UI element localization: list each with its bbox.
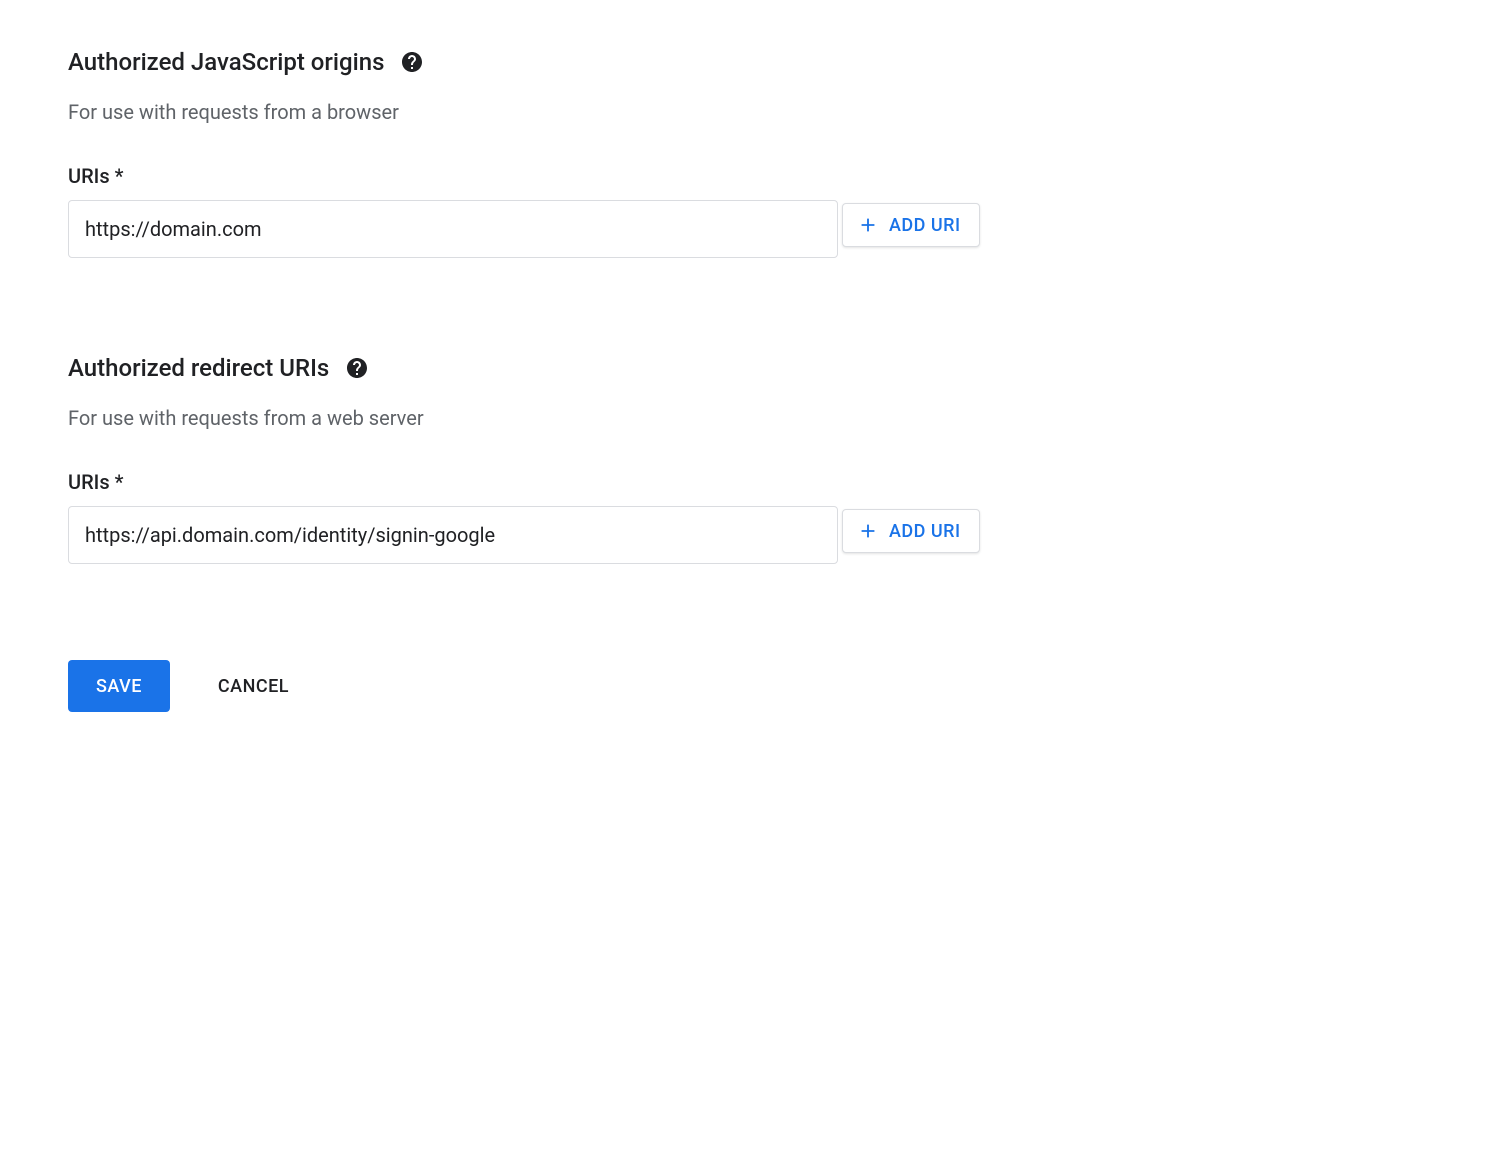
section-subtitle: For use with requests from a browser <box>68 100 1442 124</box>
plus-icon <box>857 520 879 542</box>
save-button[interactable]: SAVE <box>68 660 170 712</box>
authorized-redirect-uris-section: Authorized redirect URIs For use with re… <box>68 354 1442 588</box>
action-button-row: SAVE CANCEL <box>68 660 1442 712</box>
section-subtitle: For use with requests from a web server <box>68 406 1442 430</box>
uris-field-label: URIs * <box>68 164 1442 188</box>
add-redirect-uri-button[interactable]: ADD URI <box>842 509 980 553</box>
add-uri-button-label: ADD URI <box>889 215 961 236</box>
authorized-js-origins-section: Authorized JavaScript origins For use wi… <box>68 48 1442 282</box>
uris-field-label: URIs * <box>68 470 1442 494</box>
section-header: Authorized JavaScript origins <box>68 48 1442 76</box>
add-js-origin-uri-button[interactable]: ADD URI <box>842 203 980 247</box>
cancel-button[interactable]: CANCEL <box>210 664 297 709</box>
section-title: Authorized redirect URIs <box>68 354 329 382</box>
help-icon[interactable] <box>400 50 424 74</box>
plus-icon <box>857 214 879 236</box>
section-header: Authorized redirect URIs <box>68 354 1442 382</box>
redirect-uri-input[interactable] <box>68 506 838 564</box>
section-title: Authorized JavaScript origins <box>68 48 384 76</box>
add-uri-button-label: ADD URI <box>889 521 961 542</box>
js-origin-uri-input[interactable] <box>68 200 838 258</box>
help-icon[interactable] <box>345 356 369 380</box>
